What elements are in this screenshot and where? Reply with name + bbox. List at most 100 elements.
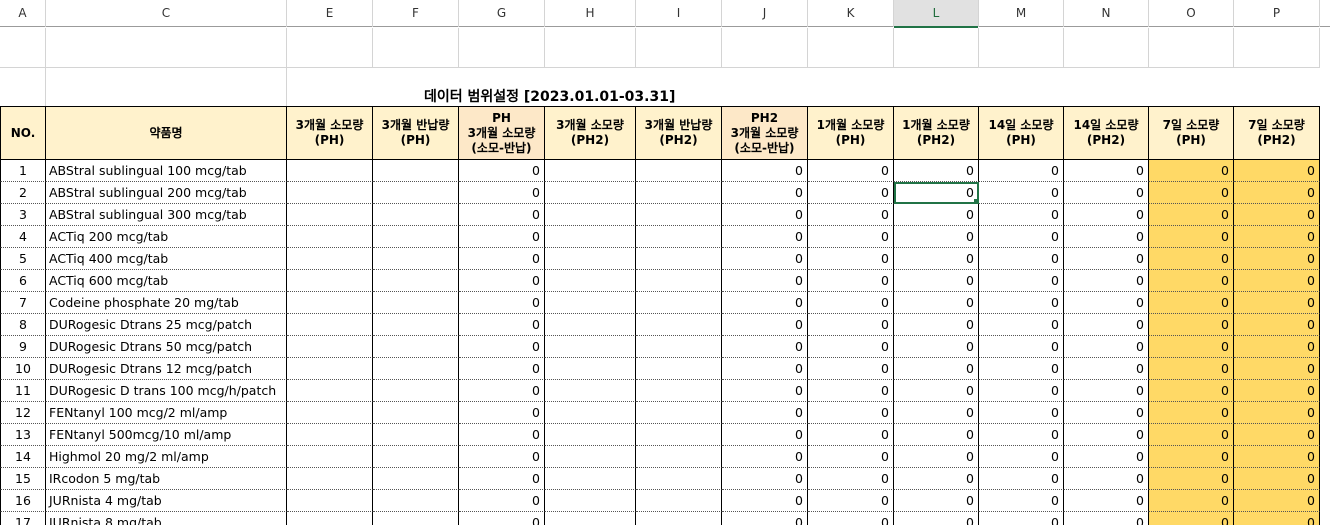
cell-i[interactable] — [636, 292, 722, 314]
cell-f[interactable] — [373, 446, 459, 468]
cell-no[interactable]: 3 — [0, 204, 46, 226]
cell-g[interactable]: 0 — [459, 336, 545, 358]
cell-l[interactable]: 0 — [894, 468, 979, 490]
cell-f[interactable] — [373, 358, 459, 380]
cell-e[interactable] — [287, 380, 373, 402]
cell-k[interactable]: 0 — [808, 160, 894, 182]
cell-o[interactable]: 0 — [1149, 358, 1234, 380]
cell-k[interactable]: 0 — [808, 424, 894, 446]
cell[interactable] — [373, 28, 459, 68]
cell-m[interactable]: 0 — [979, 468, 1064, 490]
header-g[interactable]: PH 3개월 소모량 (소모-반납) — [459, 106, 545, 160]
cell-o[interactable]: 0 — [1149, 402, 1234, 424]
cell-o[interactable]: 0 — [1149, 468, 1234, 490]
cell-p[interactable]: 0 — [1234, 446, 1320, 468]
cell-i[interactable] — [636, 358, 722, 380]
cell-o[interactable]: 0 — [1149, 248, 1234, 270]
cell-i[interactable] — [636, 512, 722, 525]
cell-j[interactable]: 0 — [722, 226, 808, 248]
cell-j[interactable]: 0 — [722, 270, 808, 292]
cell-name[interactable]: ACTiq 400 mcg/tab — [46, 248, 287, 270]
cell-name[interactable]: ABStral sublingual 300 mcg/tab — [46, 204, 287, 226]
cell-o[interactable]: 0 — [1149, 314, 1234, 336]
cell-f[interactable] — [373, 226, 459, 248]
cell-j[interactable]: 0 — [722, 512, 808, 525]
cell-l[interactable]: 0 — [894, 270, 979, 292]
column-header-h[interactable]: H — [545, 0, 636, 27]
cell-n[interactable]: 0 — [1064, 358, 1149, 380]
cell-m[interactable]: 0 — [979, 248, 1064, 270]
cell-f[interactable] — [373, 336, 459, 358]
cell-j[interactable]: 0 — [722, 380, 808, 402]
cell-k[interactable]: 0 — [808, 446, 894, 468]
cell-e[interactable] — [287, 512, 373, 525]
cell-l[interactable]: 0 — [894, 226, 979, 248]
header-e[interactable]: 3개월 소모량 (PH) — [287, 106, 373, 160]
cell-g[interactable]: 0 — [459, 512, 545, 525]
cell-g[interactable]: 0 — [459, 402, 545, 424]
cell-k[interactable]: 0 — [808, 380, 894, 402]
cell-h[interactable] — [545, 226, 636, 248]
cell-no[interactable]: 7 — [0, 292, 46, 314]
cell-name[interactable]: JURnista 4 mg/tab — [46, 490, 287, 512]
cell-f[interactable] — [373, 182, 459, 204]
cell-name[interactable]: ACTiq 200 mcg/tab — [46, 226, 287, 248]
cell-i[interactable] — [636, 204, 722, 226]
cell-n[interactable]: 0 — [1064, 226, 1149, 248]
cell[interactable] — [1149, 68, 1234, 106]
cell[interactable] — [894, 68, 979, 106]
cell-m[interactable]: 0 — [979, 446, 1064, 468]
cell-g[interactable]: 0 — [459, 204, 545, 226]
cell[interactable] — [722, 28, 808, 68]
cell-k[interactable]: 0 — [808, 336, 894, 358]
column-header-j[interactable]: J — [722, 0, 808, 27]
header-n[interactable]: 14일 소모량 (PH2) — [1064, 106, 1149, 160]
cell-i[interactable] — [636, 402, 722, 424]
cell-no[interactable]: 2 — [0, 182, 46, 204]
cell-m[interactable]: 0 — [979, 424, 1064, 446]
cell-o[interactable]: 0 — [1149, 512, 1234, 525]
cell[interactable] — [46, 68, 287, 106]
sheet-title[interactable]: 데이터 범위설정 [2023.01.01-03.31] — [424, 86, 675, 106]
cell-no[interactable]: 14 — [0, 446, 46, 468]
cell-f[interactable] — [373, 204, 459, 226]
cell-name[interactable]: DURogesic Dtrans 12 mcg/patch — [46, 358, 287, 380]
cell-h[interactable] — [545, 270, 636, 292]
cell-j[interactable]: 0 — [722, 446, 808, 468]
cell-name[interactable]: ACTiq 600 mcg/tab — [46, 270, 287, 292]
cell-no[interactable]: 9 — [0, 336, 46, 358]
cell-j[interactable]: 0 — [722, 160, 808, 182]
cell-j[interactable]: 0 — [722, 336, 808, 358]
cell-f[interactable] — [373, 160, 459, 182]
column-header-f[interactable]: F — [373, 0, 459, 27]
cell-p[interactable]: 0 — [1234, 512, 1320, 525]
column-header-k[interactable]: K — [808, 0, 894, 27]
cell-no[interactable]: 5 — [0, 248, 46, 270]
cell-h[interactable] — [545, 424, 636, 446]
cell[interactable] — [1234, 28, 1320, 68]
cell[interactable] — [808, 68, 894, 106]
cell-i[interactable] — [636, 446, 722, 468]
cell-l[interactable]: 0 — [894, 512, 979, 525]
cell-g[interactable]: 0 — [459, 226, 545, 248]
header-drug-name[interactable]: 약품명 — [46, 106, 287, 160]
column-header-p[interactable]: P — [1234, 0, 1320, 27]
column-header-l[interactable]: L — [894, 0, 979, 28]
header-i[interactable]: 3개월 반납량 (PH2) — [636, 106, 722, 160]
cell-f[interactable] — [373, 380, 459, 402]
cell-i[interactable] — [636, 380, 722, 402]
cell-e[interactable] — [287, 468, 373, 490]
cell-j[interactable]: 0 — [722, 490, 808, 512]
cell-h[interactable] — [545, 336, 636, 358]
column-header-i[interactable]: I — [636, 0, 722, 27]
header-l[interactable]: 1개월 소모량 (PH2) — [894, 106, 979, 160]
cell-m[interactable]: 0 — [979, 490, 1064, 512]
cell-o[interactable]: 0 — [1149, 182, 1234, 204]
cell-n[interactable]: 0 — [1064, 336, 1149, 358]
cell-k[interactable]: 0 — [808, 402, 894, 424]
cell-j[interactable]: 0 — [722, 292, 808, 314]
cell-k[interactable]: 0 — [808, 204, 894, 226]
header-f[interactable]: 3개월 반납량 (PH) — [373, 106, 459, 160]
cell-h[interactable] — [545, 402, 636, 424]
cell-f[interactable] — [373, 292, 459, 314]
